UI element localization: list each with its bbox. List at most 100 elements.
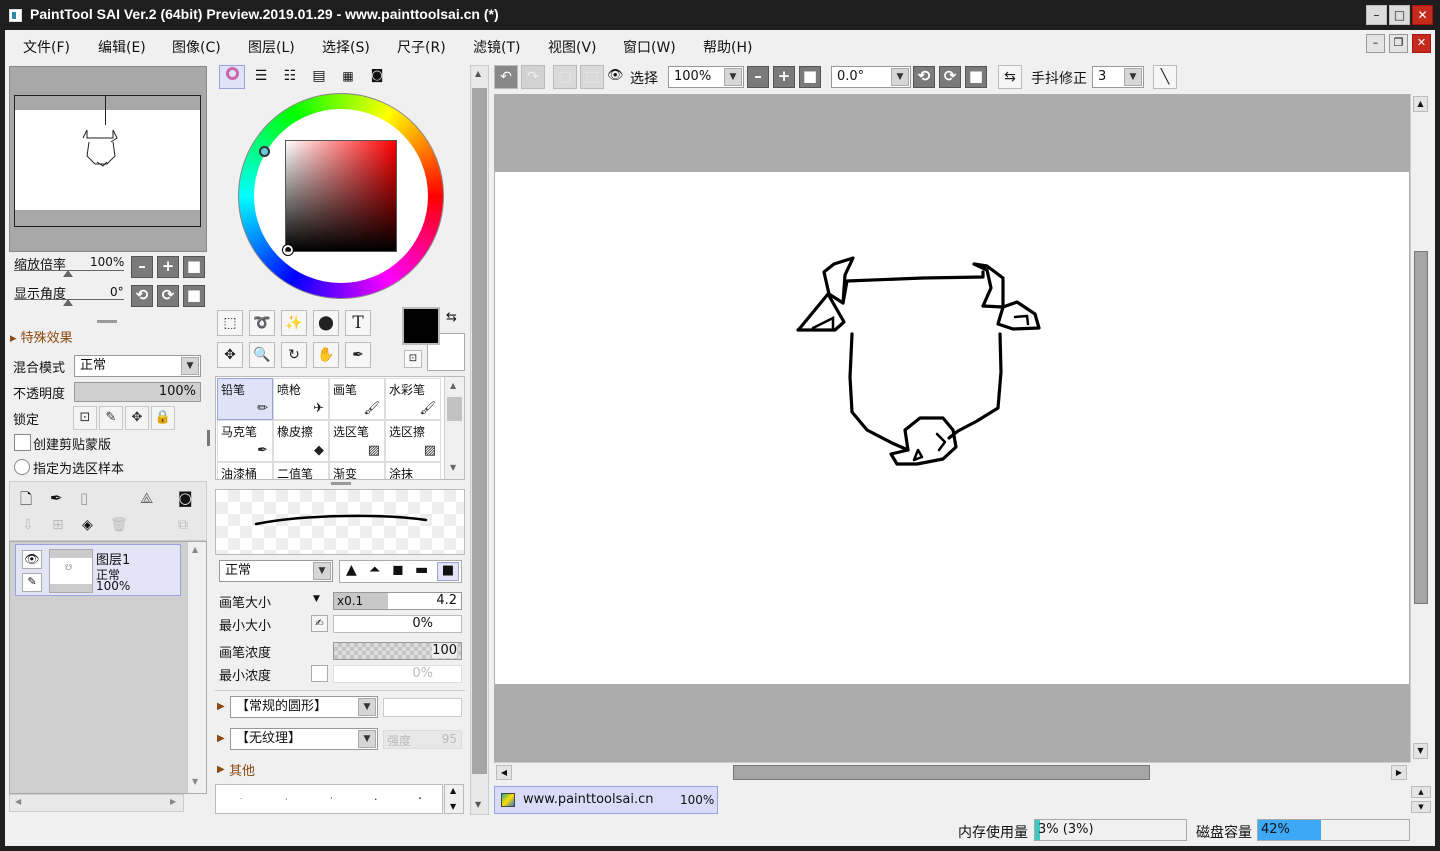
tool-pencil[interactable]: 铅笔 ✏: [217, 378, 273, 420]
presets-scrollbar[interactable]: ▲ ▼: [444, 784, 464, 814]
menu-window[interactable]: 窗口(W): [623, 37, 676, 57]
effects-section[interactable]: ▸ 特殊效果: [10, 327, 73, 346]
swap-colors-icon[interactable]: ⇆: [446, 310, 457, 325]
size-dot-icon[interactable]: ·: [240, 795, 242, 803]
tool-grid-scroll-thumb[interactable]: [447, 397, 462, 421]
swatches-tab[interactable]: ▤: [307, 65, 331, 89]
size-dot-icon[interactable]: ·: [285, 795, 288, 804]
scroll-up-icon[interactable]: ▲: [450, 786, 456, 795]
invert-select-icon[interactable]: ⬚: [580, 65, 604, 89]
rotate-cw-button[interactable]: ⟳: [157, 285, 179, 307]
other-section-label[interactable]: 其他: [229, 760, 255, 779]
brush-shape-select[interactable]: 【常规的圆形】 ▼: [230, 696, 378, 718]
stabilizer-select[interactable]: 3 ▼: [1092, 66, 1144, 88]
density-slider[interactable]: 100: [333, 642, 462, 660]
straight-line-icon[interactable]: ╲: [1153, 65, 1177, 89]
rotate-reset-button[interactable]: ■: [183, 285, 205, 307]
tab-scroll-up-icon[interactable]: ▲: [1411, 786, 1431, 798]
tool-grid-splitter[interactable]: [331, 482, 351, 485]
flip-horizontal-icon[interactable]: ⇆: [998, 65, 1022, 89]
shape-strength-field[interactable]: [383, 698, 462, 717]
size-dot-icon[interactable]: ·: [330, 794, 333, 804]
scroll-right-icon[interactable]: ▶: [170, 797, 176, 806]
document-tab[interactable]: www.painttoolsai.cn 100%: [494, 786, 718, 814]
menu-image[interactable]: 图像(C): [172, 37, 221, 57]
menu-edit[interactable]: 编辑(E): [98, 37, 146, 57]
rgb-slider-tab[interactable]: ☰: [249, 65, 273, 89]
redo-icon[interactable]: ↷: [521, 65, 545, 89]
new-pen-layer-icon[interactable]: ✒: [50, 489, 63, 507]
min-density-slider[interactable]: 0%: [333, 665, 462, 683]
tip-sharp-icon[interactable]: ▲: [346, 562, 357, 578]
scroll-down-icon[interactable]: ▼: [1413, 743, 1428, 759]
tip-flat-icon[interactable]: ▬: [415, 562, 428, 578]
texture-strength-slider[interactable]: 强度 95: [383, 730, 462, 749]
layer-list-scrollbar[interactable]: ▲ ▼: [187, 542, 206, 793]
text-tool-icon[interactable]: T: [345, 310, 371, 336]
scroll-right-icon[interactable]: ▶: [1391, 765, 1407, 780]
canvas-zoom-out-button[interactable]: –: [747, 66, 769, 88]
eyedropper-icon[interactable]: ✒: [345, 342, 371, 368]
scroll-down-icon[interactable]: ▼: [450, 463, 456, 472]
scroll-down-icon[interactable]: ▼: [475, 800, 481, 809]
size-dot-icon[interactable]: ·: [374, 793, 378, 806]
clear-layer-icon[interactable]: ◈: [82, 517, 93, 533]
tool-blur[interactable]: 涂抹: [385, 462, 441, 479]
scroll-down-icon[interactable]: ▼: [192, 777, 198, 786]
tool-binary-pen[interactable]: 二值笔: [273, 462, 329, 479]
canvas-zoom-reset-button[interactable]: ■: [799, 66, 821, 88]
canvas-vscroll-thumb[interactable]: [1414, 251, 1428, 604]
tool-brush[interactable]: 画笔 🖌: [329, 378, 385, 420]
canvas-hscrollbar[interactable]: ◀ ▶: [494, 762, 1410, 782]
scroll-up-icon[interactable]: ▲: [1413, 96, 1428, 112]
tip-square-icon[interactable]: ■: [437, 562, 459, 581]
navigator-preview[interactable]: [9, 66, 207, 252]
tip-round-icon[interactable]: ⏶: [369, 562, 380, 578]
pencil-icon[interactable]: ✎: [22, 573, 42, 592]
shape-icon[interactable]: ⬤: [313, 310, 339, 336]
panel-splitter-grip[interactable]: [97, 320, 117, 323]
mixer-tab[interactable]: ▦: [336, 65, 360, 89]
eye-icon[interactable]: 👁: [22, 550, 42, 569]
minimize-button[interactable]: –: [1366, 5, 1387, 25]
lock-move-icon[interactable]: ✥: [125, 406, 149, 430]
size-dropdown-icon[interactable]: ▼: [313, 594, 320, 604]
left-panel-splitter[interactable]: [207, 430, 210, 446]
tool-airbrush[interactable]: 喷枪 ✈: [273, 378, 329, 420]
scroll-up-icon[interactable]: ▲: [192, 545, 198, 554]
brush-mode-select[interactable]: 正常 ▼: [219, 560, 333, 582]
scratchpad-tab[interactable]: ◙: [365, 65, 389, 89]
lock-all-icon[interactable]: 🔒: [151, 406, 175, 430]
hsv-slider-tab[interactable]: ☷: [278, 65, 302, 89]
tool-bucket[interactable]: 油漆桶: [217, 462, 273, 479]
opacity-slider[interactable]: 100%: [74, 382, 201, 402]
mask-layer-icon[interactable]: ◙: [178, 489, 193, 507]
layer-row[interactable]: 👁 ✎ ☋ 图层1 正常 100%: [15, 544, 181, 596]
menu-filter[interactable]: 滤镜(T): [473, 37, 520, 57]
scroll-up-icon[interactable]: ▲: [475, 69, 481, 78]
canvas-hscroll-thumb[interactable]: [733, 765, 1150, 780]
undo-icon[interactable]: ↶: [494, 65, 518, 89]
menu-ruler[interactable]: 尺子(R): [397, 37, 446, 57]
canvas-rotate-ccw-button[interactable]: ⟲: [913, 66, 935, 88]
move-icon[interactable]: ✥: [217, 342, 243, 368]
tool-watercolor[interactable]: 水彩笔 🖌: [385, 378, 441, 420]
tool-gradient[interactable]: 渐变: [329, 462, 385, 479]
transform-icon[interactable]: ⟁: [140, 489, 153, 507]
tip-flat-round-icon[interactable]: ◼: [392, 562, 404, 578]
zoom-value[interactable]: 100%: [90, 255, 124, 269]
scroll-up-icon[interactable]: ▲: [450, 381, 456, 390]
eye-icon[interactable]: 👁: [607, 68, 624, 83]
maximize-button[interactable]: □: [1389, 5, 1410, 25]
rect-select-icon[interactable]: ⬚: [217, 310, 243, 336]
menu-help[interactable]: 帮助(H): [703, 37, 752, 57]
lock-paint-icon[interactable]: ✎: [99, 406, 123, 430]
pressure-size-icon[interactable]: ✍: [311, 615, 328, 632]
canvas-viewport[interactable]: [494, 94, 1410, 762]
tool-selection-pen[interactable]: 选区笔 ▨: [329, 420, 385, 462]
sv-square[interactable]: [285, 140, 397, 252]
blend-mode-select[interactable]: 正常 ▼: [74, 355, 201, 377]
zoom-in-button[interactable]: +: [157, 256, 179, 278]
angle-value[interactable]: 0°: [110, 285, 124, 299]
copy-layer-icon[interactable]: ⊞: [52, 517, 64, 533]
